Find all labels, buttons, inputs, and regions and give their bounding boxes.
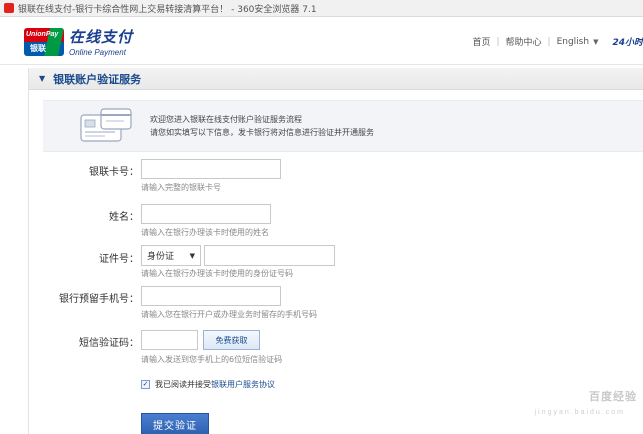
section-title: 银联账户验证服务 [53,72,142,86]
name-input[interactable] [141,204,271,224]
hotline-label: 24小时 [612,38,643,48]
language-dropdown[interactable]: English ▼ [557,37,599,47]
nav-help-link[interactable]: 帮助中心 [506,35,542,48]
nav-divider: | [496,36,500,47]
sms-code-label: 短信验证码： [79,338,139,349]
agreement-text: 我已阅读并接受 [155,380,211,389]
logo-mark-en: UnionPay [26,30,59,38]
phone-label: 银行预留手机号： [59,294,139,305]
agreement-row: ✓ 我已阅读并接受 银联用户服务协议 [141,379,275,390]
intro-line-1: 欢迎您进入银联在线支付账户验证服务流程 [150,115,302,124]
top-nav: 首页 | 帮助中心 | English ▼ 24小时 [472,35,643,49]
phone-input[interactable] [141,286,281,306]
logo-mark-cn: 银联 [30,43,46,53]
name-hint: 请输入在银行办理该卡时使用的姓名 [141,228,269,237]
page-favicon-icon [4,3,14,13]
card-number-input[interactable] [141,159,281,179]
get-sms-code-button[interactable]: 免费获取 [203,330,260,350]
logo-title: 在线支付 [69,28,134,46]
collapse-arrow-icon: ▼ [39,74,46,83]
nav-home-link[interactable]: 首页 [472,35,490,48]
sms-code-hint: 请输入发送到您手机上的6位短信验证码 [141,355,283,364]
id-number-input[interactable] [204,245,335,266]
id-number-label: 证件号： [99,254,139,265]
sms-code-input[interactable] [141,330,198,350]
language-label: English [556,36,590,47]
id-type-value: 身份证 [147,252,175,262]
watermark-logo: 百度经验 [589,390,637,403]
card-number-label: 银联卡号： [89,167,139,178]
chevron-down-icon: ▼ [593,37,599,46]
name-label: 姓名： [109,212,139,223]
unionpay-mark-icon: UnionPay 银联 [24,27,64,56]
nav-divider: | [547,36,551,47]
main-content: ▼ 银联账户验证服务 欢迎您进入银联在线支付账户验证服务流程 请您如实填写以下信… [28,68,643,434]
intro-panel: 欢迎您进入银联在线支付账户验证服务流程 请您如实填写以下信息，发卡银行将对信息进… [43,100,643,152]
user-agreement-link[interactable]: 银联用户服务协议 [211,379,275,390]
logo-subtitle: Online Payment [69,48,126,57]
id-type-select[interactable]: 身份证 ▼ [141,245,201,266]
browser-titlebar: 银联在线支付-银行卡综合性网上交易转接清算平台！ - 360安全浏览器 7.1 [0,0,643,17]
agreement-checkbox[interactable]: ✓ [141,380,150,389]
id-number-hint: 请输入在银行办理该卡时使用的身份证号码 [141,269,293,278]
submit-verification-button[interactable]: 提交验证 [141,413,209,434]
card-number-hint: 请输入完整的银联卡号 [141,183,221,192]
window-title: 银联在线支付-银行卡综合性网上交易转接清算平台！ - 360安全浏览器 7.1 [18,4,317,15]
watermark-url: jingyan.baidu.com [534,409,625,416]
bank-card-illustration-icon [80,108,132,142]
site-header: UnionPay 银联 在线支付 Online Payment 首页 | 帮助中… [0,17,643,65]
phone-hint: 请输入您在银行开户或办理业务时留存的手机号码 [141,310,317,319]
intro-line-2: 请您如实填写以下信息，发卡银行将对信息进行验证并开通服务 [150,128,374,137]
unionpay-logo[interactable]: UnionPay 银联 在线支付 Online Payment [24,26,133,57]
dropdown-arrow-icon: ▼ [189,251,195,260]
section-header[interactable]: ▼ 银联账户验证服务 [29,68,643,90]
